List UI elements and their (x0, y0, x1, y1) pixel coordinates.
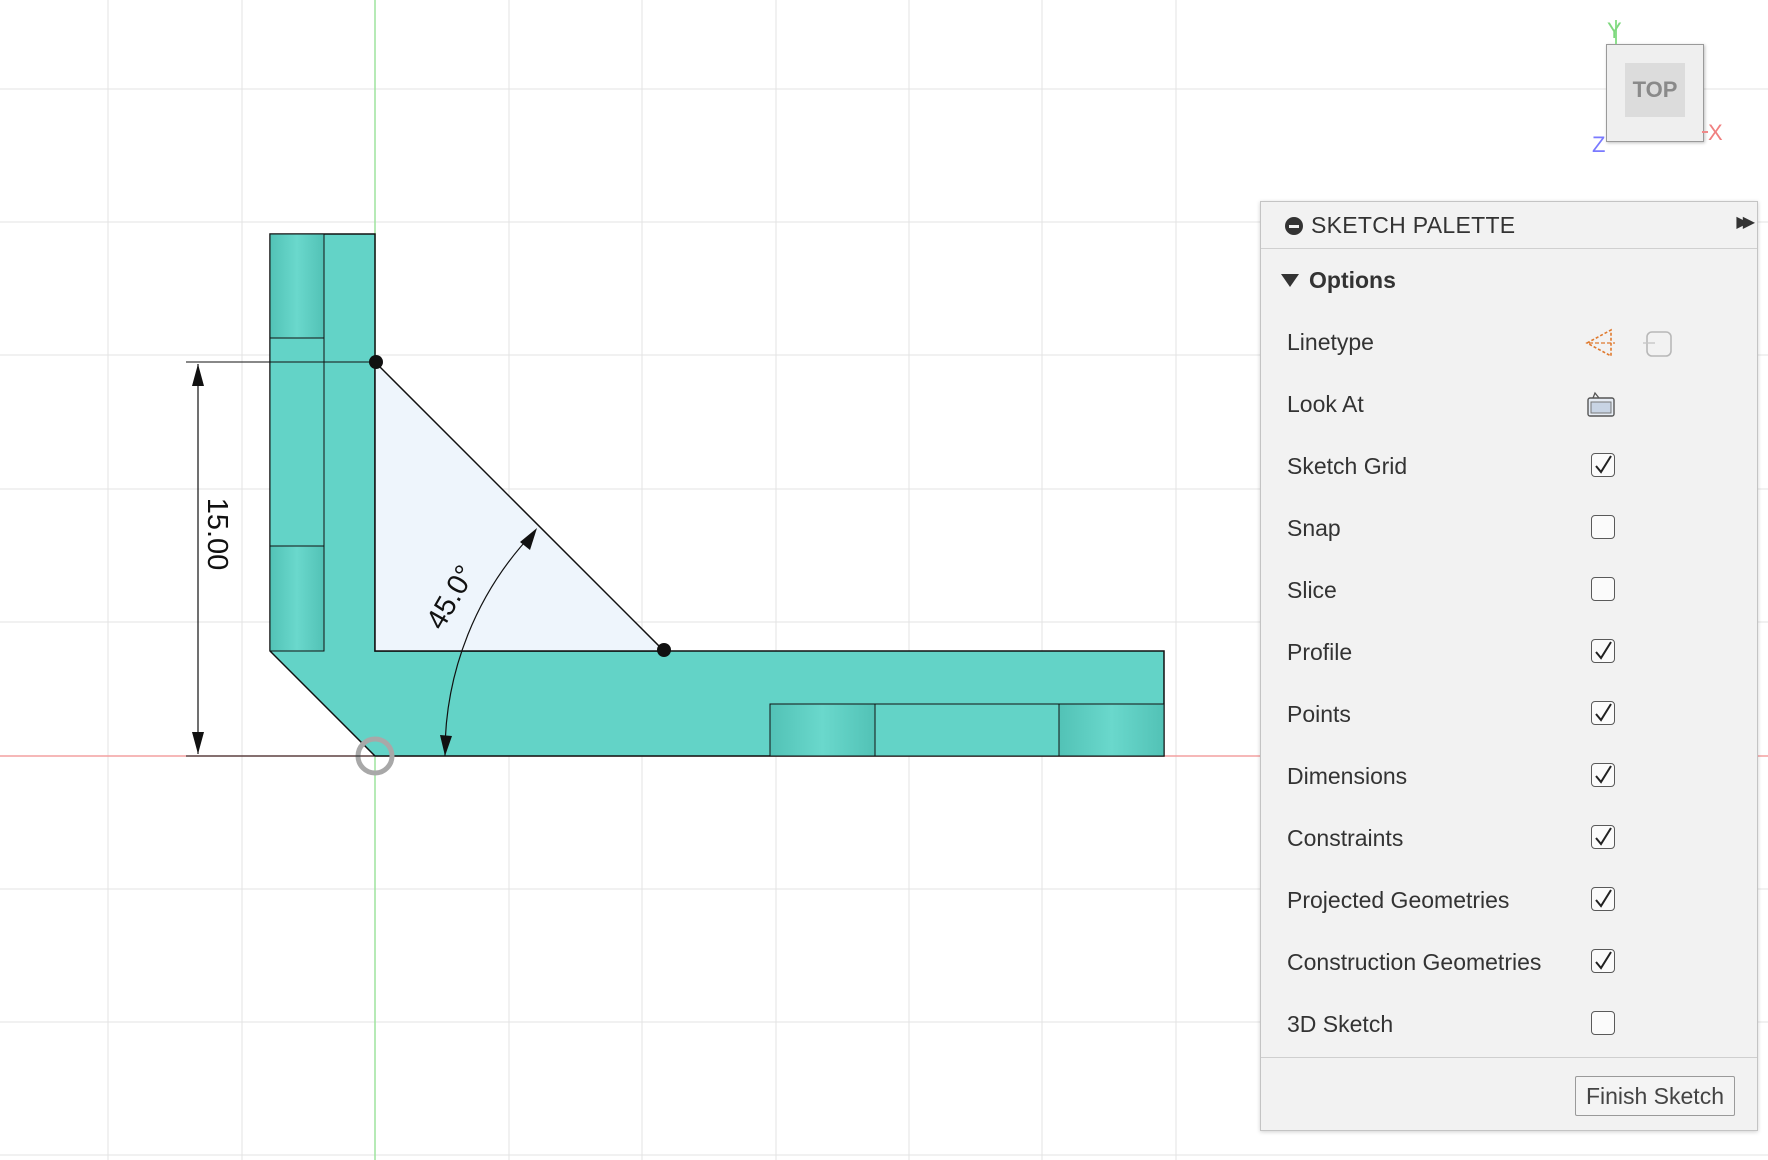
triangle-down-icon[interactable] (1281, 274, 1299, 287)
row-construction-geometries: Construction Geometries (1261, 931, 1757, 993)
row-points: Points (1261, 683, 1757, 745)
construction-geometries-checkbox[interactable] (1591, 949, 1615, 973)
row-slice: Slice (1261, 559, 1757, 621)
palette-title: SKETCH PALETTE (1311, 212, 1516, 238)
checkmark-icon (1595, 455, 1612, 474)
row-sketch-grid: Sketch Grid (1261, 435, 1757, 497)
checkmark-icon (1595, 951, 1612, 970)
snap-checkbox[interactable] (1591, 515, 1615, 539)
axis-label-y: Y (1607, 18, 1622, 43)
look-at-icon[interactable] (1583, 388, 1617, 422)
points-checkbox[interactable] (1591, 701, 1615, 725)
sketch-palette: SKETCH PALETTE ▶▶ Options Linetype Look … (1260, 201, 1758, 1131)
slot-horizontal-middle[interactable] (874, 703, 1060, 757)
axis-label-x: X (1708, 120, 1723, 145)
options-section-title: Options (1309, 267, 1396, 293)
slice-checkbox[interactable] (1591, 577, 1615, 601)
sketch-grid-checkbox[interactable] (1591, 453, 1615, 477)
finish-sketch-button[interactable]: Finish Sketch (1574, 1076, 1735, 1116)
centerline-linetype-icon[interactable] (1641, 326, 1675, 360)
row-look-at: Look At (1261, 373, 1757, 435)
points-label: Points (1287, 701, 1351, 727)
slot-horizontal-left[interactable] (769, 703, 876, 757)
slice-label: Slice (1287, 577, 1337, 603)
palette-header: SKETCH PALETTE ▶▶ (1261, 202, 1757, 249)
palette-footer: Finish Sketch (1261, 1057, 1757, 1130)
checkmark-icon (1595, 765, 1612, 784)
options-list: Sketch Grid Snap Slice Profile Points Dimensi… (1261, 435, 1757, 1055)
row-dimensions: Dimensions (1261, 745, 1757, 807)
constraints-checkbox[interactable] (1591, 825, 1615, 849)
profile-checkbox[interactable] (1591, 639, 1615, 663)
axis-label-z: Z (1592, 132, 1606, 157)
checkmark-icon (1595, 827, 1612, 846)
sketch-point-right[interactable] (657, 643, 671, 657)
constraints-label: Constraints (1287, 825, 1404, 851)
gusset-triangle[interactable] (374, 360, 666, 652)
expand-arrows-icon[interactable]: ▶▶ (1736, 212, 1754, 232)
checkmark-icon (1595, 889, 1612, 908)
linetype-label: Linetype (1287, 329, 1374, 355)
checkmark-icon (1595, 703, 1612, 722)
slot-vertical-top[interactable] (269, 233, 325, 339)
row-linetype: Linetype (1261, 311, 1757, 373)
slot-vertical-bottom[interactable] (269, 545, 325, 652)
checkmark-icon (1595, 641, 1612, 660)
look-at-label: Look At (1287, 391, 1364, 417)
3d-sketch-label: 3D Sketch (1287, 1011, 1394, 1037)
row-constraints: Constraints (1261, 807, 1757, 869)
projected-geometries-label: Projected Geometries (1287, 887, 1510, 913)
slot-horizontal-right[interactable] (1058, 703, 1165, 757)
row-projected-geometries: Projected Geometries (1261, 869, 1757, 931)
slot-vertical-middle[interactable] (269, 337, 325, 547)
construction-linetype-icon[interactable] (1583, 326, 1617, 360)
row-snap: Snap (1261, 497, 1757, 559)
profile-label: Profile (1287, 639, 1353, 665)
row-3d-sketch: 3D Sketch (1261, 993, 1757, 1055)
projected-geometries-checkbox[interactable] (1591, 887, 1615, 911)
dimensions-label: Dimensions (1287, 763, 1408, 789)
options-section-header[interactable]: Options (1261, 249, 1757, 311)
construction-geometries-label: Construction Geometries (1287, 949, 1542, 975)
collapse-icon[interactable] (1285, 217, 1303, 235)
row-profile: Profile (1261, 621, 1757, 683)
sketch-grid-label: Sketch Grid (1287, 453, 1408, 479)
snap-label: Snap (1287, 515, 1341, 541)
dimension-linear-label[interactable]: 15.00 (201, 498, 233, 571)
dimensions-checkbox[interactable] (1591, 763, 1615, 787)
3d-sketch-checkbox[interactable] (1591, 1011, 1615, 1035)
